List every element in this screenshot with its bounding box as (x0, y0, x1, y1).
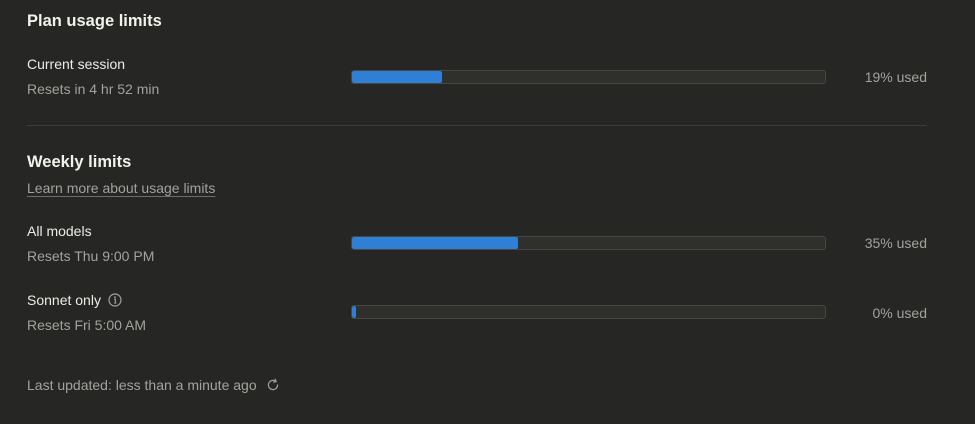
current-session-progress-bar (351, 70, 826, 84)
all-models-progress-fill (352, 237, 518, 249)
all-models-progress-bar (351, 236, 826, 250)
sonnet-only-resets: Resets Fri 5:00 AM (27, 317, 147, 333)
all-models-label: All models (27, 222, 92, 240)
all-models-used: 35% used (864, 235, 927, 251)
last-updated-text: Last updated: less than a minute ago (27, 377, 257, 393)
current-session-label: Current session (27, 55, 125, 73)
sonnet-only-progress-bar (351, 305, 826, 319)
sonnet-only-label-text: Sonnet only (27, 292, 101, 308)
all-models-label-text: All models (27, 223, 92, 239)
current-session-progress-fill (352, 71, 442, 83)
last-updated: Last updated: less than a minute ago (27, 376, 280, 394)
current-session-row: Current session Resets in 4 hr 52 min 19… (27, 55, 927, 99)
current-session-resets: Resets in 4 hr 52 min (27, 81, 160, 97)
info-icon[interactable] (108, 293, 122, 307)
sonnet-only-used: 0% used (872, 305, 927, 321)
current-session-used: 19% used (864, 69, 927, 85)
learn-more-link[interactable]: Learn more about usage limits (27, 179, 215, 197)
all-models-row: All models Resets Thu 9:00 PM 35% used (27, 222, 927, 266)
weekly-limits-title: Weekly limits (27, 153, 132, 171)
section-divider (27, 125, 927, 126)
refresh-icon[interactable] (266, 378, 280, 392)
sonnet-only-row: Sonnet only Resets Fri 5:00 AM 0% used (27, 291, 927, 335)
sonnet-only-label: Sonnet only (27, 291, 122, 309)
all-models-resets: Resets Thu 9:00 PM (27, 248, 155, 264)
plan-usage-title: Plan usage limits (27, 12, 162, 30)
sonnet-only-progress-fill (352, 306, 356, 318)
current-session-label-text: Current session (27, 56, 126, 72)
